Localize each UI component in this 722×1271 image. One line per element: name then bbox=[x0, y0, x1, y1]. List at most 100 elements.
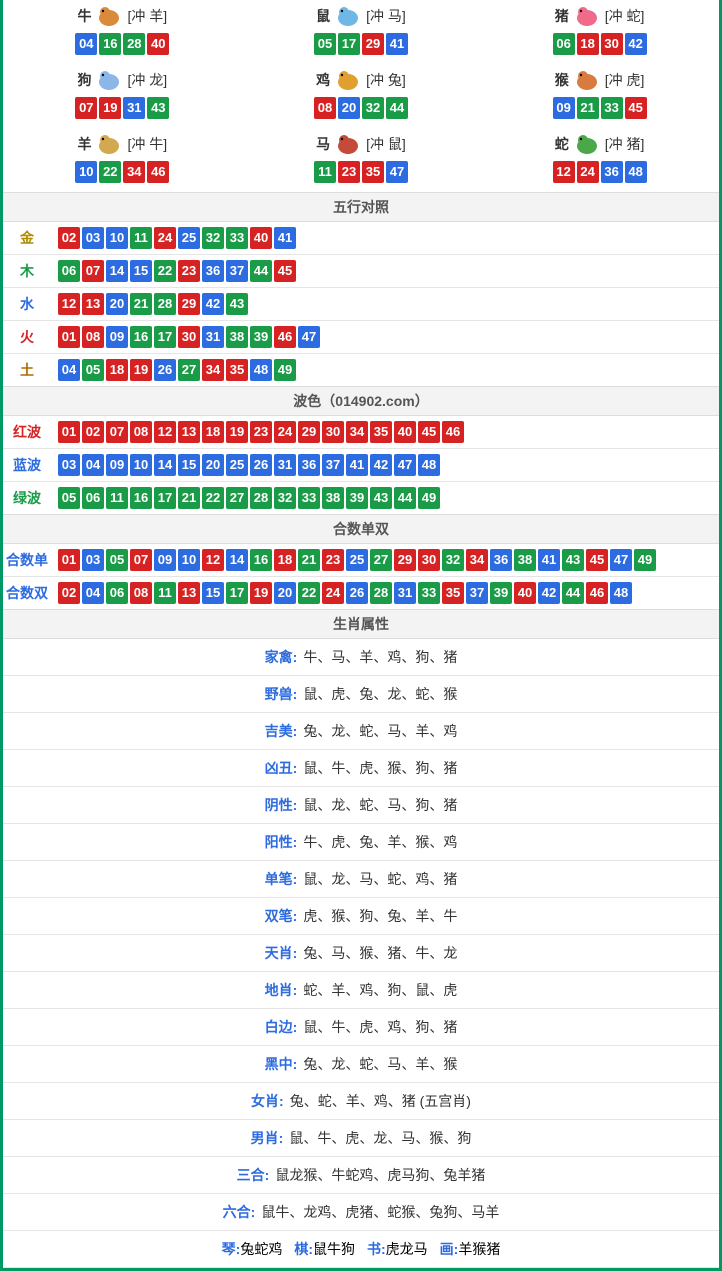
number-ball: 02 bbox=[58, 227, 80, 249]
number-ball: 01 bbox=[58, 549, 80, 571]
attr-row: 黑中:兔、龙、蛇、马、羊、猴 bbox=[3, 1046, 719, 1083]
number-ball: 07 bbox=[82, 260, 104, 282]
number-ball: 39 bbox=[346, 487, 368, 509]
number-ball: 17 bbox=[338, 33, 360, 55]
number-ball: 10 bbox=[178, 549, 200, 571]
number-ball: 17 bbox=[154, 487, 176, 509]
number-ball: 44 bbox=[562, 582, 584, 604]
four-key: 画: bbox=[440, 1241, 459, 1257]
number-ball: 28 bbox=[370, 582, 392, 604]
zodiac-title: 马 [冲 鼠] bbox=[242, 132, 481, 156]
number-ball: 18 bbox=[202, 421, 224, 443]
number-ball: 34 bbox=[123, 161, 145, 183]
number-ball: 01 bbox=[58, 421, 80, 443]
number-ball: 05 bbox=[106, 549, 128, 571]
zodiac-cell: 蛇 [冲 猪] 12243648 bbox=[480, 128, 719, 192]
number-ball: 48 bbox=[250, 359, 272, 381]
attr-row: 吉美:兔、龙、蛇、马、羊、鸡 bbox=[3, 713, 719, 750]
number-ball: 15 bbox=[178, 454, 200, 476]
number-ball: 42 bbox=[625, 33, 647, 55]
number-ball: 28 bbox=[123, 33, 145, 55]
number-ball: 47 bbox=[610, 549, 632, 571]
number-ball: 47 bbox=[298, 326, 320, 348]
number-ball: 44 bbox=[250, 260, 272, 282]
data-row: 火 0108091617303138394647 bbox=[3, 321, 719, 354]
four-val: 虎龙马 bbox=[386, 1241, 428, 1257]
attr-row: 地肖: 蛇、羊、鸡、狗、鼠、虎 bbox=[3, 972, 719, 1009]
zodiac-clash: [冲 牛] bbox=[127, 134, 167, 154]
attr-row: 天肖:兔、马、猴、猪、牛、龙 bbox=[3, 935, 719, 972]
number-ball: 19 bbox=[99, 97, 121, 119]
attr-value: 鼠、龙、蛇、马、狗、猪 bbox=[303, 797, 457, 813]
row-content: 0102070812131819232429303435404546 bbox=[51, 420, 719, 444]
zodiac-name: 狗 bbox=[77, 70, 91, 90]
attr-value: 鼠龙猴、牛蛇鸡、虎马狗、兔羊猪 bbox=[275, 1167, 485, 1183]
number-ball: 48 bbox=[418, 454, 440, 476]
number-ball: 24 bbox=[274, 421, 296, 443]
number-ball: 22 bbox=[298, 582, 320, 604]
number-ball: 44 bbox=[386, 97, 408, 119]
number-ball: 30 bbox=[601, 33, 623, 55]
attr-row: 六合:鼠牛、龙鸡、虎猪、蛇猴、兔狗、马羊 bbox=[3, 1194, 719, 1231]
four-seg: 棋:鼠牛狗 bbox=[294, 1239, 355, 1259]
attr-value: 牛、马、羊、鸡、狗、猪 bbox=[303, 649, 457, 665]
attr-category: 阳性: bbox=[265, 834, 298, 850]
number-ball: 28 bbox=[250, 487, 272, 509]
number-ball: 10 bbox=[106, 227, 128, 249]
number-ball: 15 bbox=[130, 260, 152, 282]
rat-icon bbox=[332, 4, 364, 28]
number-ball: 10 bbox=[130, 454, 152, 476]
zodiac-clash: [冲 鼠] bbox=[366, 134, 406, 154]
data-row: 合数双 020406081113151719202224262831333537… bbox=[3, 577, 719, 609]
number-ball: 05 bbox=[82, 359, 104, 381]
zodiac-clash: [冲 蛇] bbox=[605, 6, 645, 26]
number-ball: 07 bbox=[106, 421, 128, 443]
data-row: 绿波 05061116172122272832333839434449 bbox=[3, 482, 719, 514]
attr-value: 鼠、牛、虎、猴、狗、猪 bbox=[303, 760, 457, 776]
attr-value: 蛇、羊、鸡、狗、鼠、虎 bbox=[303, 982, 457, 998]
number-ball: 45 bbox=[418, 421, 440, 443]
row-label: 水 bbox=[3, 294, 51, 314]
number-ball: 05 bbox=[58, 487, 80, 509]
wuxing-header: 五行对照 bbox=[3, 192, 719, 222]
number-ball: 42 bbox=[538, 582, 560, 604]
number-ball: 03 bbox=[58, 454, 80, 476]
number-ball: 31 bbox=[123, 97, 145, 119]
attr-category: 双笔: bbox=[265, 908, 298, 924]
number-ball: 36 bbox=[298, 454, 320, 476]
number-ball: 35 bbox=[370, 421, 392, 443]
number-ball: 16 bbox=[250, 549, 272, 571]
row-label: 合数双 bbox=[3, 583, 51, 603]
number-ball: 29 bbox=[394, 549, 416, 571]
attr-row: 凶丑:鼠、牛、虎、猴、狗、猪 bbox=[3, 750, 719, 787]
attr-category: 地肖: bbox=[265, 982, 298, 998]
attr-category: 吉美: bbox=[265, 723, 298, 739]
number-ball: 03 bbox=[82, 549, 104, 571]
zodiac-cell: 猪 [冲 蛇] 06183042 bbox=[480, 0, 719, 64]
number-ball: 09 bbox=[154, 549, 176, 571]
number-ball: 41 bbox=[274, 227, 296, 249]
number-ball: 14 bbox=[106, 260, 128, 282]
attr-category: 白边: bbox=[265, 1019, 298, 1035]
zodiac-title: 鼠 [冲 马] bbox=[242, 4, 481, 28]
number-ball: 16 bbox=[130, 487, 152, 509]
zodiac-balls: 06183042 bbox=[480, 32, 719, 56]
row-content: 02031011242532334041 bbox=[51, 226, 719, 250]
zodiac-cell: 鸡 [冲 兔] 08203244 bbox=[242, 64, 481, 128]
four-val: 鼠牛狗 bbox=[313, 1241, 355, 1257]
attr-category: 野兽: bbox=[265, 686, 298, 702]
zodiac-balls: 10223446 bbox=[3, 160, 242, 184]
zodiac-title: 狗 [冲 龙] bbox=[3, 68, 242, 92]
number-ball: 04 bbox=[82, 454, 104, 476]
number-ball: 41 bbox=[386, 33, 408, 55]
number-ball: 08 bbox=[130, 421, 152, 443]
four-key: 棋: bbox=[294, 1241, 313, 1257]
zodiac-cell: 狗 [冲 龙] 07193143 bbox=[3, 64, 242, 128]
data-row: 合数单 010305070910121416182123252729303234… bbox=[3, 544, 719, 577]
main-container: 牛 [冲 羊] 04162840 鼠 [冲 马] 05172941 猪 [冲 蛇… bbox=[0, 0, 722, 1271]
number-ball: 29 bbox=[362, 33, 384, 55]
number-ball: 36 bbox=[490, 549, 512, 571]
number-ball: 35 bbox=[226, 359, 248, 381]
number-ball: 09 bbox=[106, 326, 128, 348]
number-ball: 06 bbox=[106, 582, 128, 604]
